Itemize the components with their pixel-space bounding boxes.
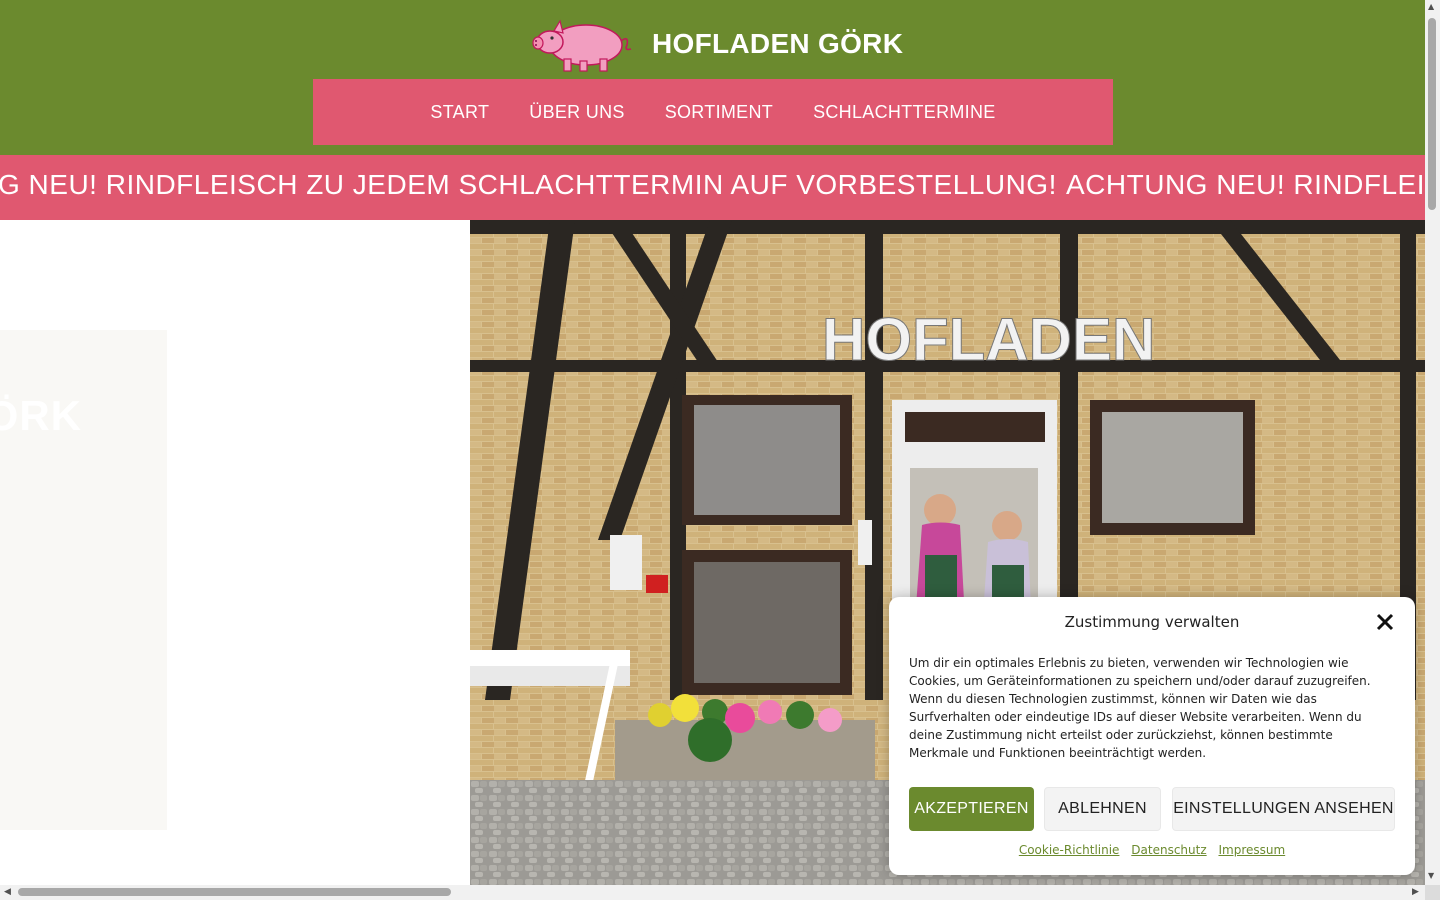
accept-button[interactable]: AKZEPTIEREN [909, 787, 1034, 831]
logo-link[interactable]: HOFLADEN GÖRK [530, 14, 903, 74]
scrollbar-corner [1425, 885, 1440, 900]
cookie-policy-link[interactable]: Cookie-Richtlinie [1019, 843, 1120, 857]
slider-ghost-title: GÖRK [0, 392, 82, 439]
cookie-dialog-text: Um dir ein optimales Erlebnis zu bieten,… [909, 656, 1371, 760]
cookie-dialog-links: Cookie-Richtlinie Datenschutz Impressum [889, 843, 1415, 857]
news-ticker: G NEU! RINDFLEISCH ZU JEDEM SCHLACHTTERM… [0, 155, 1425, 220]
imprint-link[interactable]: Impressum [1218, 843, 1285, 857]
main-nav: START ÜBER UNS SORTIMENT SCHLACHTTERMINE [313, 79, 1113, 145]
privacy-link[interactable]: Datenschutz [1131, 843, 1206, 857]
nav-item-start[interactable]: START [430, 102, 489, 123]
nav-item-ueber-uns[interactable]: ÜBER UNS [529, 102, 624, 123]
site-title[interactable]: HOFLADEN GÖRK [652, 28, 903, 60]
scroll-down-arrow-icon[interactable]: ▼ [1428, 872, 1434, 880]
shop-sign: HOFLADEN [822, 306, 1155, 373]
cookie-dialog-title: Zustimmung verwalten [1064, 613, 1240, 631]
slider-panel: GÖRK [0, 330, 167, 830]
horizontal-scroll-thumb[interactable] [18, 888, 451, 896]
vertical-scrollbar[interactable]: ▲ ▼ [1425, 0, 1440, 885]
view-preferences-button[interactable]: EINSTELLUNGEN ANSEHEN [1172, 787, 1395, 831]
nav-item-schlachttermine[interactable]: SCHLACHTTERMINE [813, 102, 996, 123]
horizontal-scrollbar[interactable]: ◀ ▶ [0, 885, 1425, 900]
scroll-up-arrow-icon[interactable]: ▲ [1428, 3, 1434, 11]
close-icon[interactable] [1375, 612, 1395, 632]
nav-item-sortiment[interactable]: SORTIMENT [665, 102, 773, 123]
scroll-left-arrow-icon[interactable]: ◀ [4, 887, 11, 897]
pig-logo-icon [532, 19, 632, 72]
scroll-right-arrow-icon[interactable]: ▶ [1412, 887, 1419, 897]
site-header: HOFLADEN GÖRK START ÜBER UNS SORTIMENT S… [0, 0, 1425, 155]
ticker-text-repeat: ACHTUNG NEU! RINDFLEIS [1066, 169, 1425, 200]
vertical-scroll-thumb[interactable] [1428, 18, 1436, 210]
deny-button[interactable]: ABLEHNEN [1044, 787, 1161, 831]
cookie-consent-dialog: Zustimmung verwalten Um dir ein optimale… [889, 597, 1415, 875]
ticker-text: G NEU! RINDFLEISCH ZU JEDEM SCHLACHTTERM… [0, 169, 1057, 200]
